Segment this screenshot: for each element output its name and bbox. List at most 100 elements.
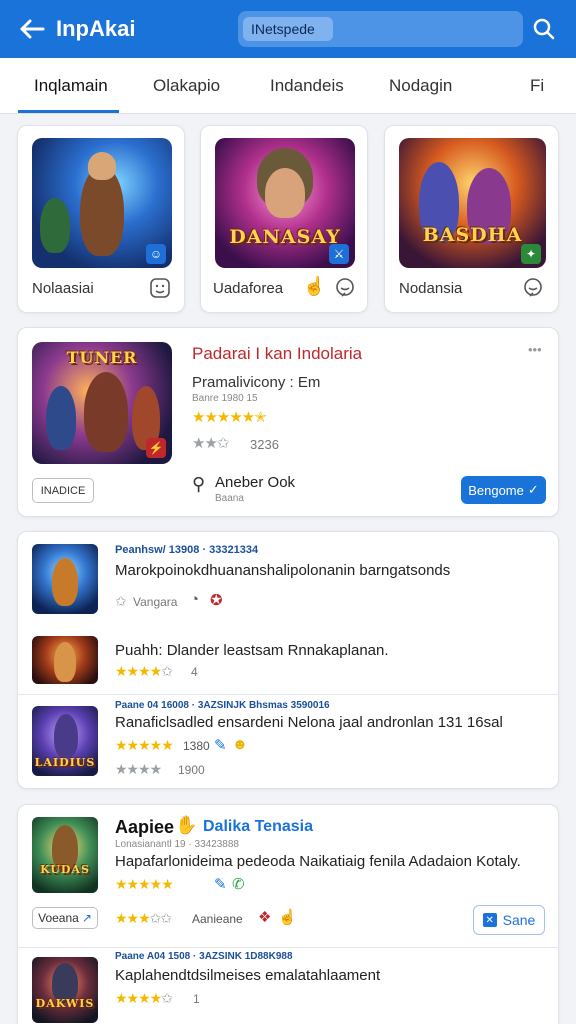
tab-nodagin[interactable]: Nodagin [389, 58, 452, 114]
promo-description: Hapafarlonideima pedeoda Naikatiaig feni… [115, 853, 521, 870]
rating-count: 3236 [250, 437, 279, 452]
featured-label: Nolaasiai [32, 280, 94, 297]
rating-count: 1 [193, 992, 200, 1006]
more-icon[interactable]: ••• [528, 342, 542, 357]
rating-count-secondary: 1900 [178, 763, 205, 777]
clock-icon: ◔ [190, 591, 200, 608]
phone-icon: ✆ [232, 876, 245, 893]
item-meta: Paane 04 16008 · 3AZSINJK Bhsmas 3590016 [115, 700, 330, 711]
tab-inqlamain[interactable]: Inqlamain [34, 58, 108, 114]
list-divider [18, 947, 558, 948]
list-divider [18, 694, 558, 695]
tag-chip-label: Voeana [38, 911, 79, 925]
game-art-thumbnail: DANASAY ⚔ [215, 138, 355, 268]
game-logo: LAIDIUS [34, 756, 96, 769]
back-button[interactable] [14, 11, 50, 47]
game-art-thumbnail: KUDAS [32, 817, 98, 893]
game-badge-icon: ✦ [521, 244, 541, 264]
search-bar[interactable] [238, 11, 523, 47]
item-title: Puahh: Dlander leastsam Rnnakaplanan. [115, 642, 389, 659]
key-icon: ⚲ [192, 474, 206, 494]
emoji-icon: ☻ [232, 736, 248, 753]
tab-indandeis[interactable]: Indandeis [270, 58, 344, 114]
tab-olakapio[interactable]: Olakapio [153, 58, 220, 114]
game-list-card: Peanhsw/ 13908 · 33321334 Marokpoinokdhu… [17, 531, 559, 789]
item-meta: Peanhsw/ 13908 · 33321334 [115, 544, 259, 556]
promo-title-accent: Dalika Tenasia [203, 818, 313, 835]
active-tab-indicator [18, 110, 119, 113]
rating-label: Aanieane [192, 912, 243, 926]
item-title: Kaplahendtdsilmeises emalatahlaament [115, 967, 381, 984]
rating-stars: ★★★★★ [115, 737, 174, 753]
highlight-card[interactable]: TUNER ⚡ Padarai I kan Indolaria ••• Pram… [17, 327, 559, 517]
edit-icon: ✎ [214, 876, 227, 893]
item-tag: Vangara [133, 595, 178, 609]
tag-chip[interactable]: Voeana ↗ [32, 907, 98, 929]
install-button[interactable]: Bengome ✓ [461, 476, 546, 504]
game-badge-icon: ☺ [146, 244, 166, 264]
highlight-subtitle: Pramalivicony : Em [192, 374, 321, 391]
share-icon: ↗ [81, 911, 92, 925]
save-button[interactable]: ✕ Sane [473, 905, 545, 935]
author-name: Aneber Ook [215, 474, 296, 491]
game-art-thumbnail: ☺ [32, 138, 172, 268]
search-icon [533, 18, 555, 40]
chat-icon[interactable] [333, 276, 357, 300]
app-title: InpAkai [56, 16, 136, 41]
game-art-thumbnail [32, 544, 98, 614]
game-art-thumbnail: BASDHA ✦ [399, 138, 546, 268]
save-icon: ✕ [482, 913, 497, 927]
rating-stars: ★★★★★ [115, 876, 174, 892]
install-button-label: Bengome [468, 482, 524, 498]
save-button-label: Sane [502, 912, 536, 928]
rating-stars: ★★★★✩ [115, 663, 173, 679]
handshake-icon: ✋ [175, 815, 198, 835]
author-sub: Baana [215, 493, 244, 504]
edit-icon: ✎ [214, 737, 227, 754]
back-arrow-icon [20, 19, 45, 39]
tag-chip[interactable]: INADICE [32, 478, 94, 503]
tab-bar: Inqlamain Olakapio Indandeis Nodagin Fi [0, 58, 576, 114]
featured-card-1[interactable]: ☺ Nolaasiai [17, 125, 185, 313]
search-button[interactable] [526, 11, 562, 47]
gray-rating-stars: ★★★★ [115, 761, 162, 777]
tab-fi[interactable]: Fi [530, 58, 544, 114]
highlight-title: Padarai I kan Indolaria [192, 344, 363, 363]
game-badge-icon: ⚡ [146, 438, 166, 458]
game-logo: TUNER [66, 348, 138, 367]
promo-meta: Lonasianantl 19 · 33423888 [115, 839, 239, 850]
smiley-icon[interactable] [148, 276, 172, 300]
thumb-icon: ☝ [278, 909, 297, 926]
chat-icon[interactable] [521, 276, 545, 300]
game-logo: DAKWIS [35, 997, 95, 1010]
game-logo: BASDHA [422, 224, 523, 246]
badge-icon: ✪ [210, 592, 223, 609]
game-art-thumbnail: TUNER ⚡ [32, 342, 172, 464]
item-meta: Paane A04 1508 · 3AZSINK 1D88K988 [115, 951, 293, 962]
item-title: Marokpoinokdhuananshalipolonanin barngat… [115, 562, 451, 579]
featured-card-2[interactable]: DANASAY ⚔ Uadaforea ☝ [200, 125, 368, 313]
game-art-thumbnail: LAIDIUS [32, 706, 98, 776]
item-title: Ranaficlsadled ensardeni Nelona jaal and… [115, 714, 503, 731]
featured-label: Nodansia [399, 280, 463, 297]
gray-rating-stars: ★★✩ [192, 435, 229, 452]
rating-stars: ★★★★✩ [115, 990, 173, 1006]
highlight-meta: Banre 1980 15 [192, 393, 258, 404]
promo-title: Aapiee [115, 817, 175, 837]
featured-label: Uadaforea [213, 280, 284, 297]
star-outline-icon: ✩ [115, 593, 127, 609]
game-badge-icon: ⚔ [329, 244, 349, 264]
search-input[interactable] [243, 17, 333, 41]
rating-stars: ★★★✩✩ [115, 910, 172, 926]
rating-count: 1380 [183, 739, 210, 753]
game-art-thumbnail [32, 636, 98, 684]
gift-icon: ❖ [258, 909, 272, 926]
promo-card[interactable]: KUDAS Aapiee ✋ Dalika Tenasia Lonasianan… [17, 804, 559, 1024]
featured-card-3[interactable]: BASDHA ✦ Nodansia [384, 125, 559, 313]
check-icon: ✓ [527, 482, 539, 497]
hand-icon: ☝ [303, 276, 326, 296]
game-logo: KUDAS [40, 863, 90, 876]
rating-stars: ★★★★★✭ [192, 409, 267, 426]
game-art-thumbnail: DAKWIS [32, 957, 98, 1023]
rating-count: 4 [191, 665, 198, 679]
